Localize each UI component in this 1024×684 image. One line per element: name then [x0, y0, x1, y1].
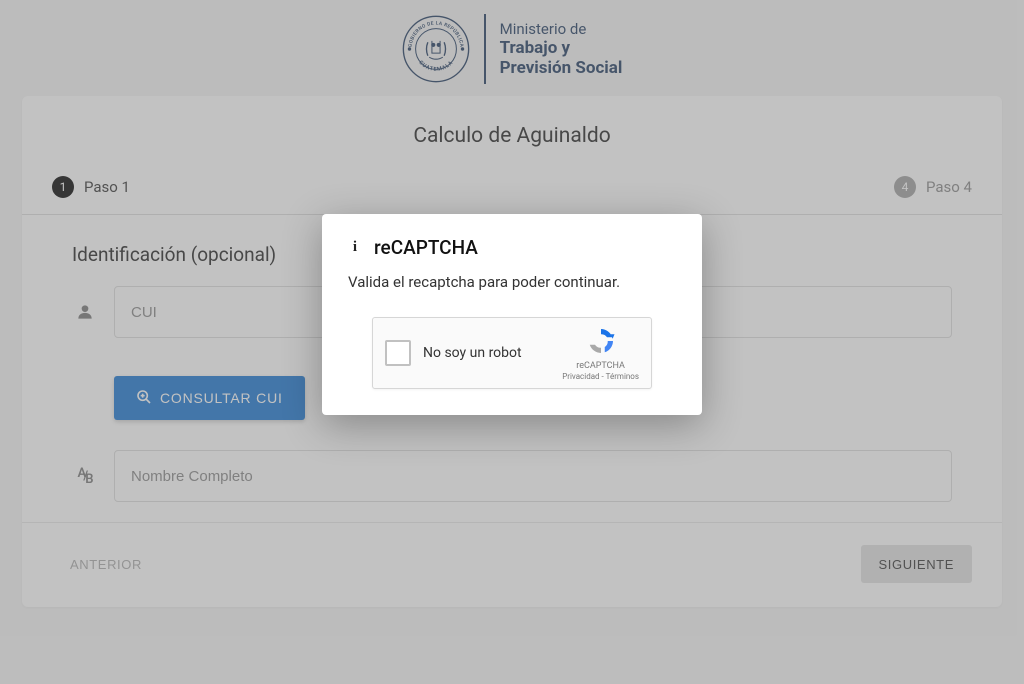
modal-title: reCAPTCHA: [374, 236, 478, 259]
recaptcha-brand-text: reCAPTCHA: [576, 361, 625, 371]
modal-overlay[interactable]: i reCAPTCHA Valida el recaptcha para pod…: [0, 0, 1024, 684]
recaptcha-widget: No soy un robot reCAPTCHA Privacidad - T…: [372, 317, 652, 389]
recaptcha-checkbox[interactable]: [385, 340, 411, 366]
info-icon: i: [348, 239, 362, 256]
modal-header: i reCAPTCHA: [348, 236, 676, 259]
recaptcha-branding: reCAPTCHA Privacidad - Términos: [562, 326, 639, 381]
recaptcha-modal: i reCAPTCHA Valida el recaptcha para pod…: [322, 214, 702, 415]
recaptcha-label: No soy un robot: [423, 345, 550, 361]
recaptcha-icon: [586, 326, 616, 360]
modal-message: Valida el recaptcha para poder continuar…: [348, 273, 676, 291]
recaptcha-links[interactable]: Privacidad - Términos: [562, 372, 639, 381]
